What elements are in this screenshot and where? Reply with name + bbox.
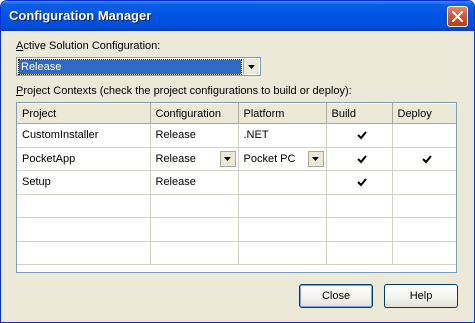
column-header-configuration[interactable]: Configuration [150,103,239,124]
platform-dropdown[interactable]: Pocket PC [238,147,327,171]
empty-row [17,241,456,265]
column-header-project[interactable]: Project [17,103,151,124]
configuration-dropdown[interactable]: Release [150,147,239,171]
active-config-label: Active Solution Configuration: [16,40,161,52]
configuration-cell[interactable]: Release [150,123,239,148]
deploy-checkbox [392,123,456,148]
close-window-button[interactable] [447,6,468,27]
checkmark-icon [356,178,367,187]
platform-cell[interactable]: .NET [238,123,327,148]
active-config-value: Release [18,59,242,75]
table-row: CustomInstaller Release .NET [17,123,456,148]
chevron-down-icon[interactable] [219,150,236,167]
active-config-dropdown[interactable]: Release [16,57,261,76]
table-row: PocketApp Release Pocket PC [17,147,456,171]
project-name: CustomInstaller [17,123,151,148]
deploy-checkbox[interactable] [392,147,456,171]
deploy-checkbox [392,170,456,195]
empty-row [17,194,456,218]
configuration-value: Release [155,152,196,165]
platform-cell [238,170,327,195]
column-header-platform[interactable]: Platform [238,103,327,124]
title-bar[interactable]: Configuration Manager [1,1,474,31]
platform-value: Pocket PC [243,152,296,165]
build-checkbox[interactable] [326,170,393,195]
close-button[interactable]: Close [299,284,373,308]
project-name: PocketApp [17,147,151,171]
checkmark-icon [356,155,367,164]
column-header-build[interactable]: Build [326,103,393,124]
chevron-down-icon[interactable] [307,150,324,167]
empty-row [17,217,456,242]
build-checkbox[interactable] [326,147,393,171]
table-row: Setup Release [17,170,456,195]
project-contexts-label: Project Contexts (check the project conf… [16,85,352,97]
chevron-down-icon[interactable] [243,59,259,74]
configuration-cell[interactable]: Release [150,170,239,195]
window-title: Configuration Manager [9,8,152,23]
project-contexts-grid: Project Configuration Platform Build Dep… [16,102,457,273]
help-button[interactable]: Help [384,284,458,308]
column-header-deploy[interactable]: Deploy [392,103,456,124]
checkmark-icon [421,155,432,164]
configuration-manager-dialog: Configuration Manager Active Solution Co… [0,0,475,323]
checkmark-icon [356,131,367,140]
close-icon [452,11,463,22]
build-checkbox[interactable] [326,123,393,148]
project-name: Setup [17,170,151,195]
